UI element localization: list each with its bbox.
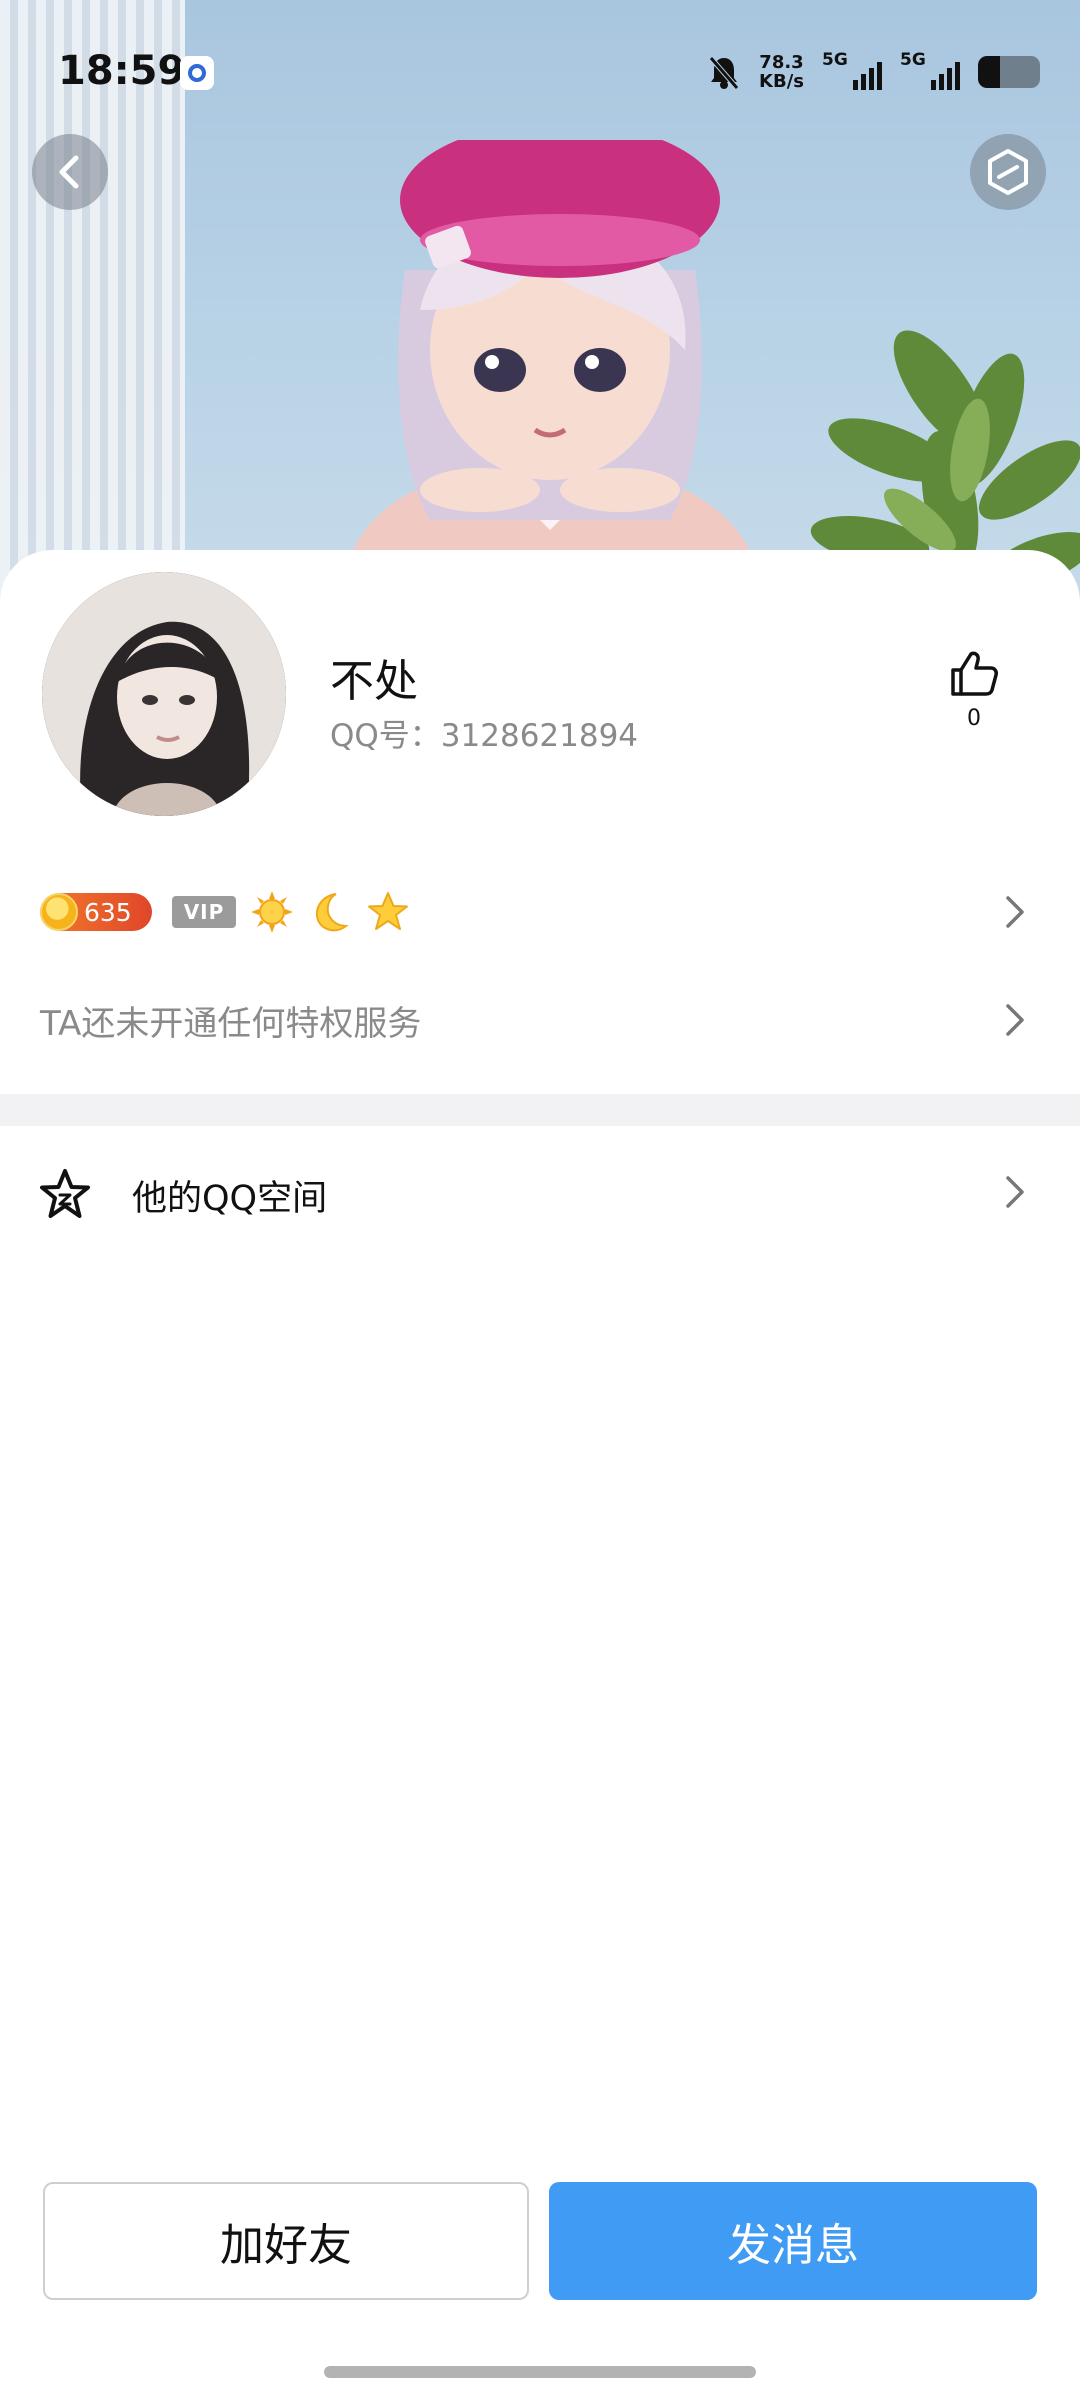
- vip-badge: VIP: [172, 896, 236, 928]
- status-time: 18:59: [58, 48, 186, 94]
- back-button[interactable]: [32, 134, 108, 210]
- avatar[interactable]: [42, 572, 286, 816]
- sun-icon: [251, 891, 293, 933]
- star-icon: [368, 892, 408, 930]
- privilege-text: TA还未开通任何特权服务: [40, 1004, 422, 1044]
- level-coin-icon: [40, 893, 78, 931]
- home-indicator[interactable]: [324, 2366, 756, 2378]
- chevron-right-icon: [1006, 1176, 1024, 1208]
- chevron-right-icon: [1006, 896, 1024, 928]
- bell-muted-icon: [709, 56, 739, 90]
- level-badge: 635: [40, 893, 152, 931]
- moon-icon: [316, 893, 349, 932]
- battery-icon: [978, 56, 1040, 88]
- like-button[interactable]: 0: [946, 650, 1002, 731]
- section-divider: [0, 1094, 1080, 1126]
- chevron-left-icon: [59, 155, 79, 189]
- qzone-star-icon: [40, 1169, 90, 1218]
- signal-bars-icon: [853, 62, 882, 90]
- chevron-right-icon: [1006, 1004, 1024, 1036]
- badges-row[interactable]: 635 VIP: [40, 882, 1040, 942]
- signal-indicator-2: 5G: [900, 50, 960, 92]
- qzone-row[interactable]: 他的QQ空间: [0, 1126, 1080, 1256]
- network-speed-unit: KB/s: [759, 71, 804, 92]
- signal-label-1: 5G: [822, 50, 848, 70]
- signal-indicator-1: 5G: [822, 50, 882, 92]
- profile-card: 不处 QQ号：3128621894 0 635 VIP TA还未开通任何特权服务…: [0, 550, 1080, 2400]
- user-nickname: 不处: [330, 656, 418, 707]
- like-count: 0: [967, 706, 981, 731]
- level-number: 635: [84, 897, 132, 927]
- thumbs-up-icon: [951, 651, 998, 696]
- qzone-label: 他的QQ空间: [132, 1179, 328, 1219]
- privilege-row[interactable]: TA还未开通任何特权服务: [40, 990, 1040, 1050]
- network-speed: 78.3 KB/s: [759, 53, 804, 91]
- status-indicators: 78.3 KB/s 5G 5G: [707, 50, 1040, 94]
- add-friend-button[interactable]: 加好友: [43, 2182, 529, 2300]
- avatar-photo: [42, 572, 286, 816]
- cover-avatar-character: [340, 140, 765, 600]
- send-message-button[interactable]: 发消息: [549, 2182, 1037, 2300]
- signal-bars-icon: [931, 62, 960, 90]
- battery-level: [978, 56, 1000, 88]
- app-notification-icon: [180, 56, 214, 90]
- user-qq-number: QQ号：3128621894: [330, 718, 639, 754]
- settings-button[interactable]: [970, 134, 1046, 210]
- network-speed-value: 78.3: [759, 52, 804, 73]
- signal-label-2: 5G: [900, 50, 926, 70]
- status-bar: 18:59 78.3 KB/s 5G 5G: [0, 0, 1080, 140]
- hexagon-slash-icon: [988, 149, 1028, 195]
